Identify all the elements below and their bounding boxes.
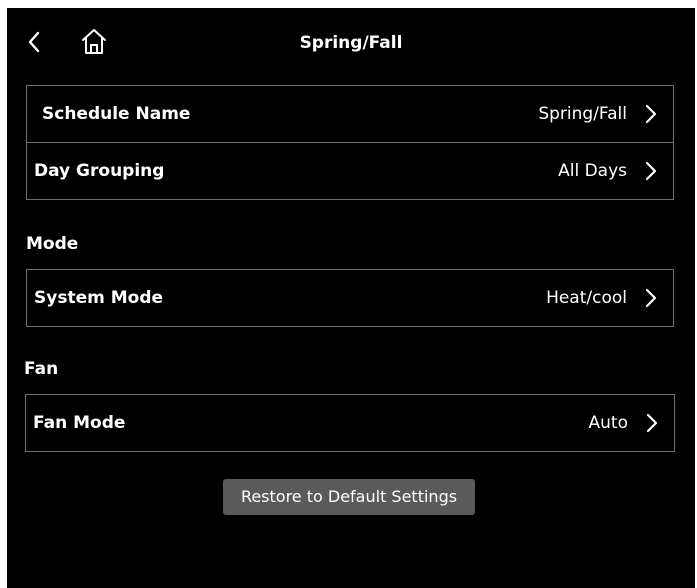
chevron-right-icon [646,413,658,433]
schedule-name-label: Schedule Name [42,104,191,124]
chevron-right-icon [645,104,657,124]
chevron-right-icon [645,288,657,308]
system-mode-label: System Mode [34,288,164,308]
fan-mode-value: Auto [588,413,628,433]
fan-group: Fan Mode Auto [25,394,675,452]
mode-group: System Mode Heat/cool [26,269,674,327]
chevron-right-icon [645,161,657,181]
fan-section-heading: Fan [24,359,59,379]
day-grouping-label: Day Grouping [34,161,165,181]
mode-section-heading: Mode [26,234,79,254]
page-title: Spring/Fall [299,33,403,53]
fan-mode-row[interactable]: Fan Mode Auto [26,395,674,451]
system-mode-value: Heat/cool [546,288,627,308]
schedule-name-row[interactable]: Schedule Name Spring/Fall [27,86,673,142]
day-grouping-value: All Days [558,161,627,181]
restore-defaults-button[interactable]: Restore to Default Settings [223,479,475,515]
fan-mode-label: Fan Mode [33,413,126,433]
schedule-name-value: Spring/Fall [538,104,627,124]
system-mode-row[interactable]: System Mode Heat/cool [27,270,673,326]
header: Spring/Fall [7,8,695,78]
thermostat-screen: Spring/Fall Schedule Name Spring/Fall Da… [7,8,695,588]
day-grouping-row[interactable]: Day Grouping All Days [27,142,673,199]
schedule-settings-group: Schedule Name Spring/Fall Day Grouping A… [26,85,674,200]
